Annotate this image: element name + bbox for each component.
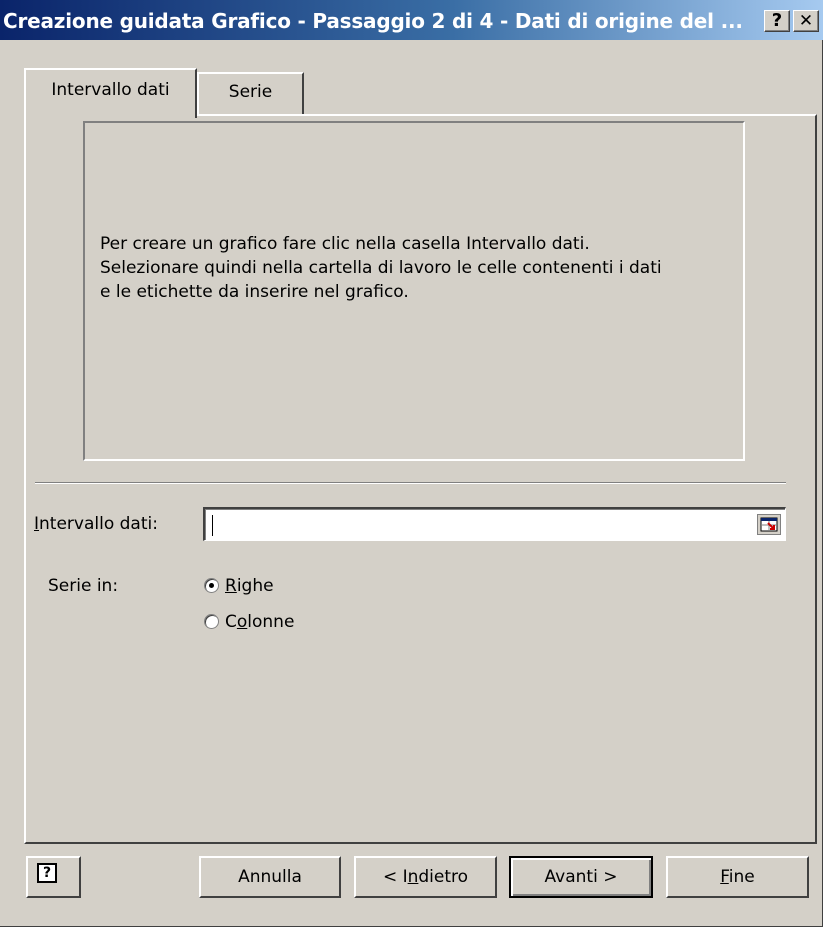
- cancel-button[interactable]: Annulla: [199, 856, 341, 898]
- radio-righe[interactable]: [204, 578, 219, 593]
- radio-colonne[interactable]: [204, 614, 219, 629]
- wizard-help-button[interactable]: ?: [26, 856, 81, 898]
- title-bar[interactable]: Creazione guidata Grafico - Passaggio 2 …: [0, 0, 823, 40]
- series-in-label: Serie in:: [48, 576, 119, 596]
- instruction-line-2: Selezionare quindi nella cartella di lav…: [100, 258, 662, 278]
- chart-wizard-dialog: Creazione guidata Grafico - Passaggio 2 …: [0, 0, 823, 927]
- separator: [35, 482, 786, 484]
- wizard-help-icon: ?: [37, 863, 57, 883]
- close-icon[interactable]: ✕: [793, 10, 819, 32]
- instruction-line-1: Per creare un grafico fare clic nella ca…: [100, 234, 590, 254]
- range-label: Intervallo dati:: [34, 514, 158, 534]
- finish-button[interactable]: Fine: [666, 856, 809, 898]
- back-button[interactable]: < Indietro: [354, 856, 497, 898]
- instruction-line-3: e le etichette da inserire nel grafico.: [100, 282, 409, 302]
- window-title: Creazione guidata Grafico - Passaggio 2 …: [3, 9, 743, 33]
- range-label-text: ntervallo dati:: [39, 514, 158, 534]
- text-caret: [212, 515, 213, 536]
- collapse-dialog-icon[interactable]: [757, 514, 781, 535]
- radio-righe-label[interactable]: Righe: [225, 576, 274, 596]
- radio-selected-dot: [209, 583, 214, 588]
- data-range-input[interactable]: [203, 507, 786, 541]
- next-button[interactable]: Avanti >: [509, 856, 653, 898]
- tab-intervallo-dati[interactable]: Intervallo dati: [24, 68, 197, 118]
- help-icon[interactable]: ?: [764, 10, 790, 32]
- tab-serie[interactable]: Serie: [197, 72, 304, 114]
- radio-colonne-label[interactable]: Colonne: [225, 612, 294, 632]
- preview-instructions: Per creare un grafico fare clic nella ca…: [100, 232, 720, 304]
